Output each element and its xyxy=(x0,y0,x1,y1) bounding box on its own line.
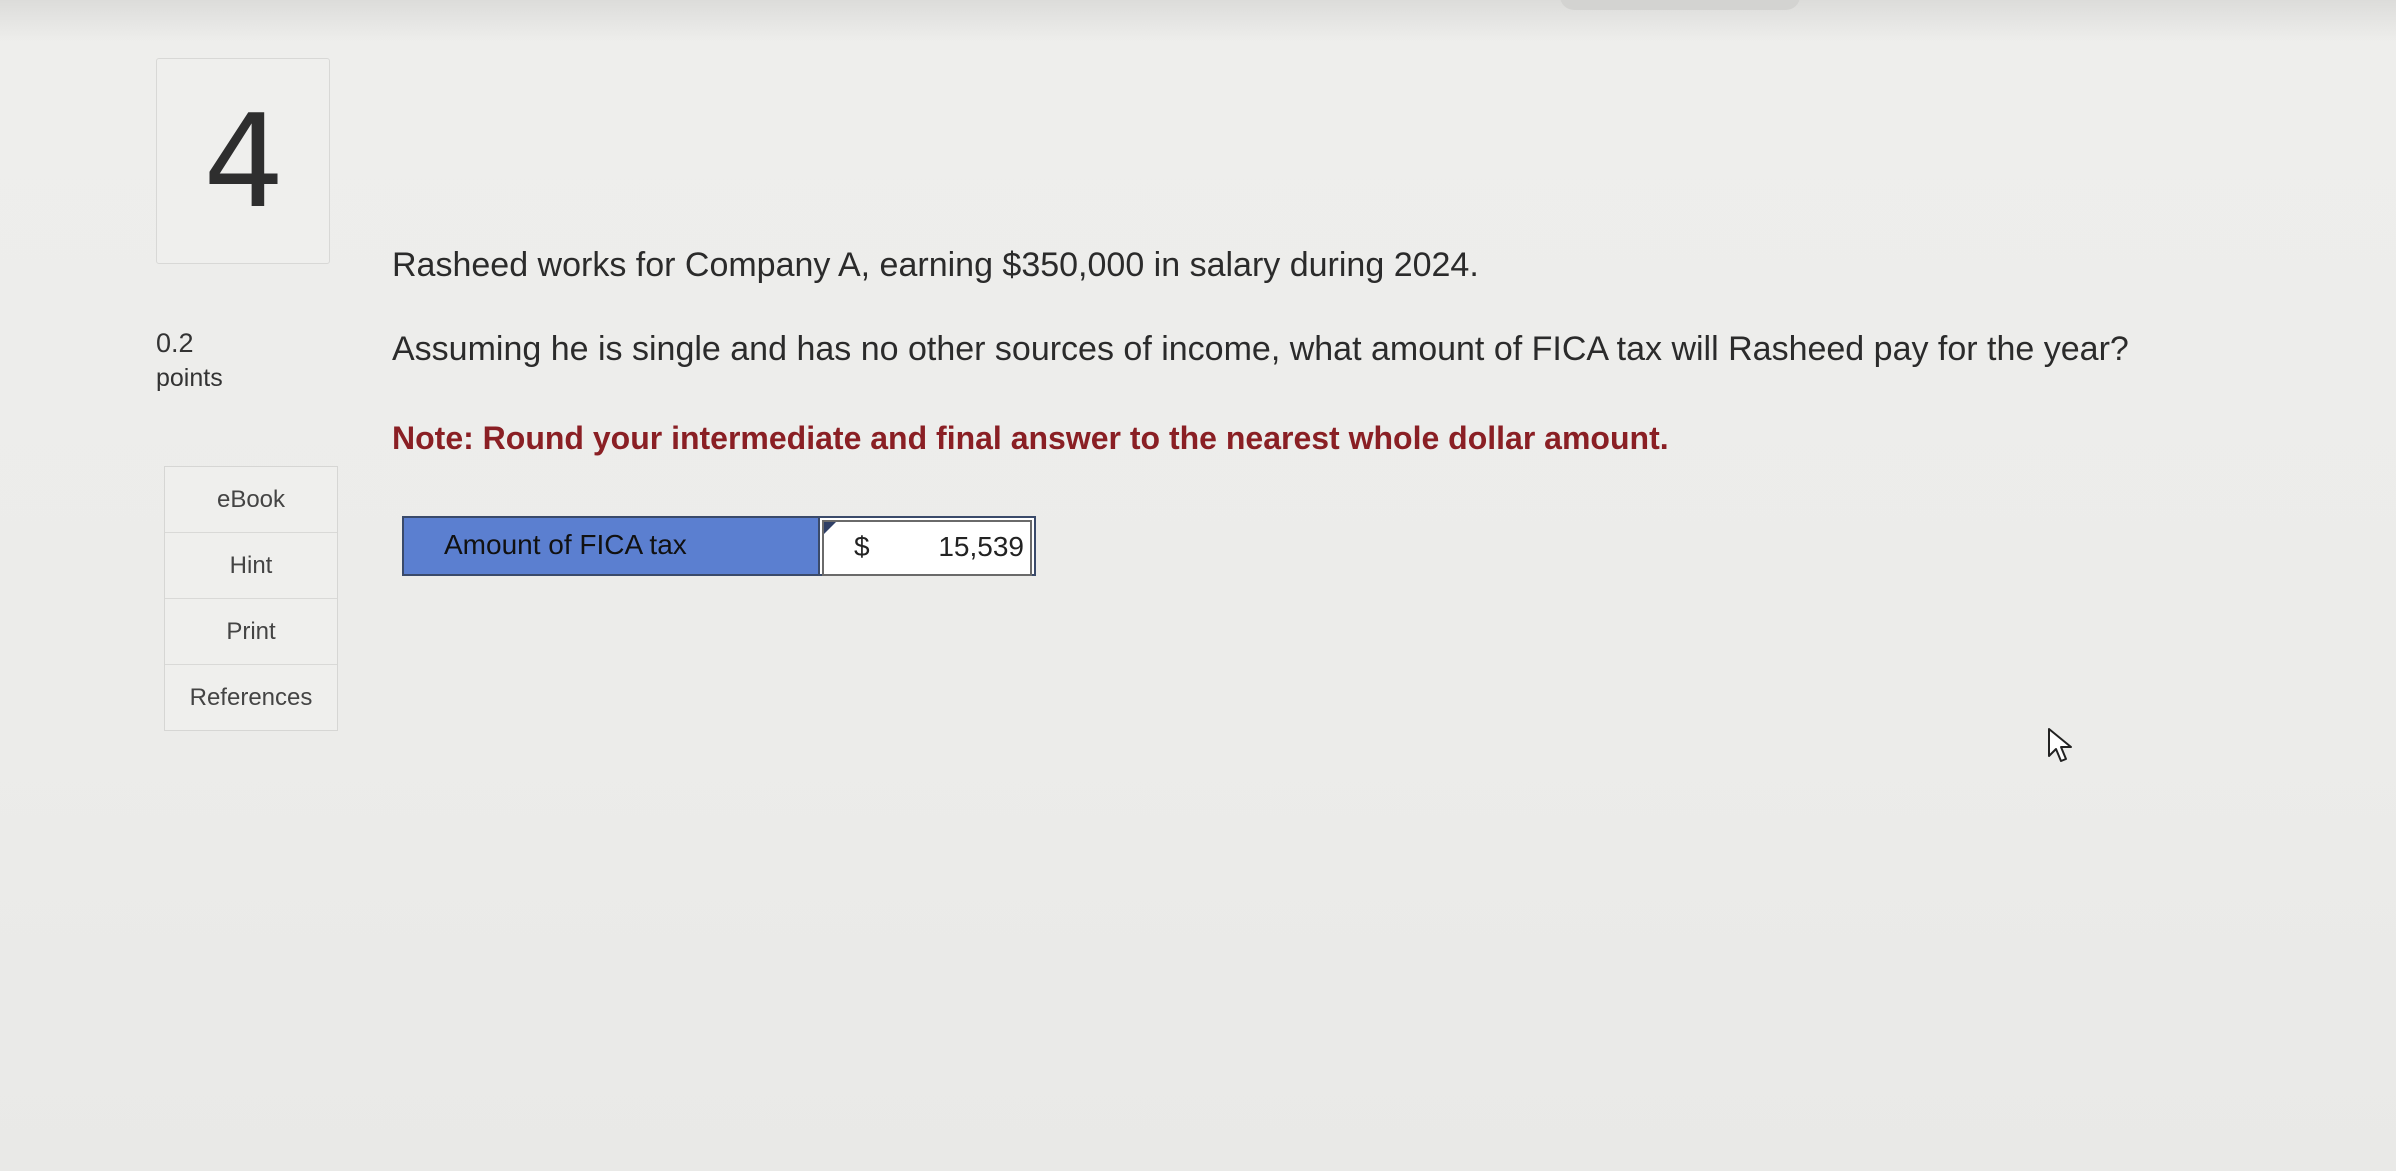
top-tab xyxy=(1560,0,1800,10)
answer-input-cell[interactable]: $ xyxy=(822,520,1032,576)
cell-corner-marker-icon xyxy=(824,522,836,534)
answer-row-label: Amount of FICA tax xyxy=(404,518,820,574)
print-link[interactable]: Print xyxy=(165,599,337,665)
points-label: points xyxy=(156,364,223,392)
question-text-line-2: Assuming he is single and has no other s… xyxy=(392,330,2129,368)
fica-tax-input[interactable] xyxy=(884,526,1024,568)
question-note: Note: Round your intermediate and final … xyxy=(392,420,1669,456)
question-tools-panel: eBook Hint Print References xyxy=(164,466,338,731)
currency-symbol: $ xyxy=(854,531,870,562)
question-number-box: 4 xyxy=(156,58,330,264)
hint-link[interactable]: Hint xyxy=(165,533,337,599)
question-number: 4 xyxy=(203,88,285,237)
question-text-line-1: Rasheed works for Company A, earning $35… xyxy=(392,246,1479,284)
ebook-link[interactable]: eBook xyxy=(165,467,337,533)
points-value: 0.2 xyxy=(156,328,194,358)
mouse-pointer-icon xyxy=(2048,728,2072,762)
references-link[interactable]: References xyxy=(165,665,337,730)
answer-table: Amount of FICA tax $ xyxy=(402,516,1036,576)
top-shade xyxy=(0,0,2396,42)
